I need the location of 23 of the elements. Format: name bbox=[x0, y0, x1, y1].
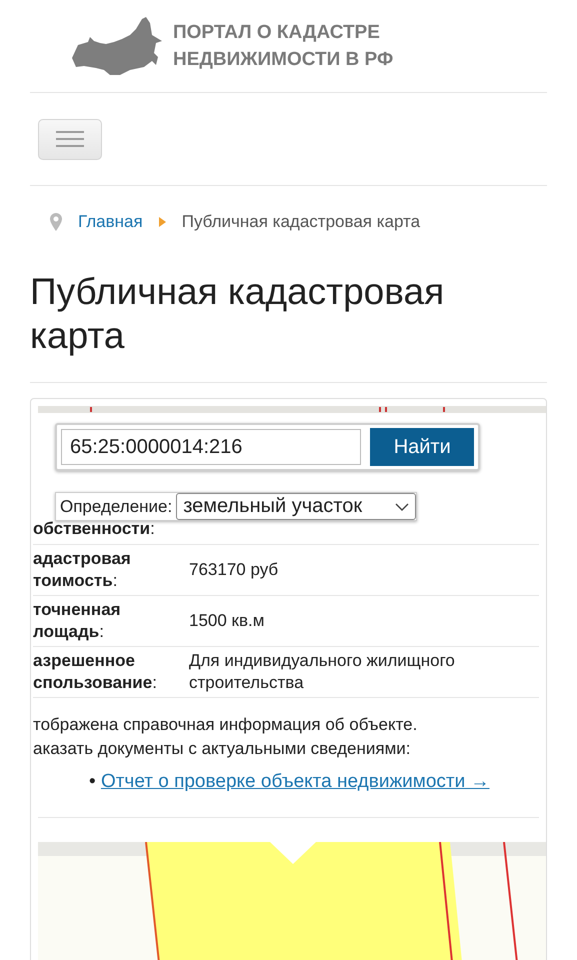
menu-button[interactable] bbox=[38, 118, 102, 160]
report-link[interactable]: Отчет о проверке объекта недвижимости → bbox=[100, 771, 490, 792]
field-value: 763170 руб bbox=[188, 559, 280, 581]
site-title: НЕДВИЖИМОСТИ В РФ bbox=[173, 48, 394, 72]
bullet: • bbox=[89, 771, 96, 792]
chevron-down-icon bbox=[395, 502, 410, 510]
breadcrumb-current: Публичная кадастровая карта bbox=[182, 212, 420, 232]
cadastral-number-field[interactable]: 65:25:0000014:216 bbox=[61, 429, 362, 465]
definition-label: Определение: bbox=[59, 496, 174, 518]
field-label: адастровая тоимость: bbox=[33, 548, 132, 592]
location-pin-icon bbox=[50, 213, 62, 231]
field-value: 1500 кв.м bbox=[188, 610, 266, 632]
field-label: азрешенное спользование: bbox=[33, 650, 158, 694]
field-label: точненная лощадь: bbox=[33, 599, 122, 643]
definition-dropdown[interactable]: земельный участок bbox=[176, 493, 416, 520]
info-text: тображена справочная информация об объекте. аказать документы с актуальными сведениями: bbox=[33, 714, 418, 760]
chevron-icon bbox=[158, 217, 166, 227]
page-title: Публичная кадастровая карта bbox=[30, 270, 547, 383]
find-button[interactable]: Найти bbox=[370, 428, 474, 466]
site-title: ПОРТАЛ О КАДАСТРЕ bbox=[173, 21, 381, 45]
field-label: обственности: bbox=[33, 518, 156, 540]
breadcrumb-link[interactable]: Главная bbox=[78, 212, 143, 232]
field-value: Для индивидуального жилищного строительства bbox=[188, 650, 456, 694]
